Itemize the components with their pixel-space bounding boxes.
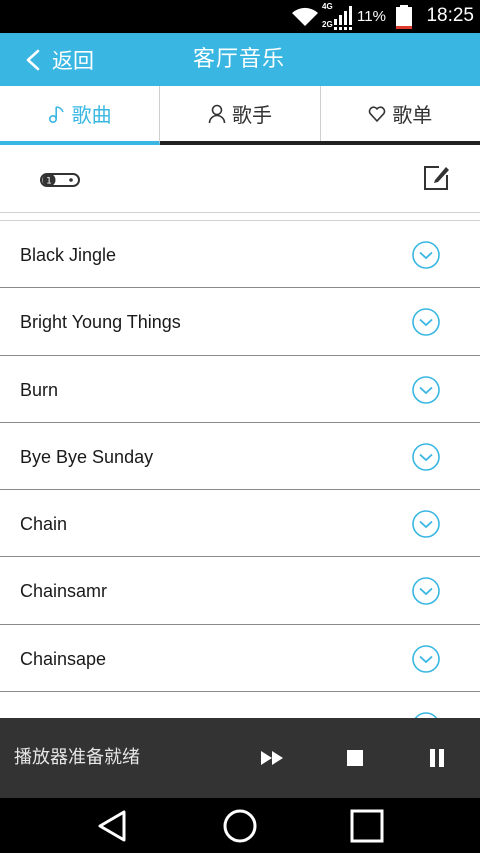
song-title: Chain [20, 514, 68, 535]
chevron-down-circle-icon[interactable] [411, 711, 441, 718]
heart-icon [369, 105, 386, 122]
list-item[interactable]: Chainsamr [0, 557, 480, 625]
nav-recents-icon[interactable] [347, 806, 387, 846]
chevron-left-icon [26, 49, 40, 70]
app-header: 返回 客厅音乐 [0, 33, 480, 86]
tab-songs-label: 歌曲 [71, 103, 112, 127]
list-item[interactable]: Burn [0, 356, 480, 423]
clock: 18:25 [426, 5, 474, 26]
svg-text:1: 1 [46, 177, 52, 187]
page-title: 客厅音乐 [193, 47, 286, 72]
wifi-icon [292, 7, 318, 26]
chevron-down-circle-icon[interactable] [411, 442, 441, 472]
system-nav-bar [0, 798, 480, 853]
list-item-partial[interactable] [0, 692, 480, 718]
song-title: Bright Young Things [20, 312, 181, 333]
single-loop-toggle-icon[interactable]: 1 [40, 171, 80, 189]
chevron-down-circle-icon[interactable] [411, 375, 441, 405]
tab-songs[interactable]: 歌曲 [0, 86, 161, 145]
list-toolbar: 1 [0, 149, 480, 213]
chevron-down-circle-icon[interactable] [411, 509, 441, 539]
nav-home-icon[interactable] [220, 806, 260, 846]
song-list: Black Jingle Bright Young Things Burn By… [0, 220, 480, 718]
song-title: Bye Bye Sunday [20, 446, 154, 467]
list-item[interactable]: Black Jingle [0, 221, 480, 289]
chevron-down-circle-icon[interactable] [411, 644, 441, 674]
back-button[interactable]: 返回 [24, 33, 94, 86]
tab-artists[interactable]: 歌手 [160, 86, 321, 141]
tab-playlists[interactable]: 歌单 [321, 86, 480, 141]
list-item[interactable]: Chainsape [0, 625, 480, 693]
song-title: Chainsamr [20, 581, 108, 602]
chevron-down-circle-icon[interactable] [411, 240, 441, 270]
back-label: 返回 [52, 48, 94, 73]
list-item[interactable]: Chain [0, 490, 480, 558]
tab-bar: 歌曲 歌手 歌单 [0, 86, 480, 145]
tab-artists-label: 歌手 [231, 103, 272, 127]
list-item[interactable]: Bye Bye Sunday [0, 423, 480, 491]
nav-back-icon[interactable] [94, 806, 134, 846]
stop-icon[interactable] [341, 744, 369, 772]
edit-icon[interactable] [421, 163, 451, 193]
player-status: 播放器准备就绪 [14, 747, 140, 768]
song-title: Black Jingle [20, 245, 117, 265]
player-bar: 播放器准备就绪 [0, 718, 480, 798]
song-title: Chainsape [20, 648, 107, 669]
person-icon [208, 104, 226, 123]
chevron-down-circle-icon[interactable] [411, 576, 441, 606]
list-item[interactable]: Bright Young Things [0, 288, 480, 356]
chevron-down-circle-icon[interactable] [411, 307, 441, 337]
status-bar: 4G 2G 11% 18:25 [0, 0, 480, 33]
signal-icon [334, 6, 352, 30]
battery-percent: 11% [357, 8, 386, 25]
music-note-icon [48, 105, 64, 123]
battery-icon [396, 5, 412, 29]
song-title: Burn [20, 379, 59, 400]
fast-forward-icon[interactable] [259, 744, 287, 772]
pause-icon[interactable] [423, 744, 451, 772]
tab-playlists-label: 歌单 [392, 103, 433, 127]
